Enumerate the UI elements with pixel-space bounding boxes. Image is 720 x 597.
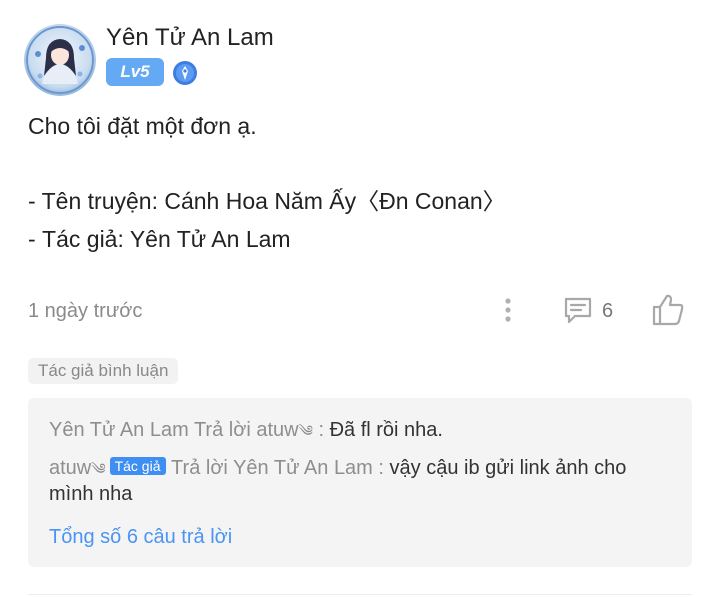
post-content: Cho tôi đặt một đơn ạ. - Tên truyện: Cán… [28, 113, 506, 252]
reply-action: Trả lời [188, 419, 257, 441]
reply-item[interactable]: atuw༄ Tác giả Trả lời Yên Tử An Lam : vậy… [49, 456, 659, 507]
reply-item[interactable]: Yên Tử An Lam Trả lời atuw༄ : Đã fl rồi … [49, 418, 443, 444]
name-decoration: ༄ [298, 423, 313, 440]
reply-action: Trả lời [165, 457, 234, 479]
comment-icon[interactable] [562, 294, 594, 326]
more-vertical-icon[interactable] [498, 294, 518, 326]
reply-separator: : [312, 419, 330, 441]
author-badge: Tác giả [109, 457, 166, 475]
author-comment-tag: Tác giả bình luận [28, 358, 179, 384]
post-time: 1 ngày trước [28, 300, 143, 322]
reply-text: Đã fl rồi nha. [329, 419, 443, 441]
username[interactable]: Yên Tử An Lam [106, 23, 274, 53]
divider [28, 594, 692, 595]
thumbs-up-icon[interactable] [650, 292, 686, 328]
view-all-replies-link[interactable]: Tổng số 6 câu trả lời [49, 524, 232, 550]
reply-separator: : [372, 457, 390, 479]
comment-post: Yên Tử An Lam Lv5 Cho tôi đặt một đơn ạ.… [0, 0, 720, 597]
reply-author-name[interactable]: Yên Tử An Lam [49, 419, 189, 441]
avatar[interactable] [24, 24, 96, 96]
reply-author-name[interactable]: atuw [49, 457, 91, 479]
reply-target-name[interactable]: atuw [256, 419, 298, 441]
reply-target-name[interactable]: Yên Tử An Lam [233, 457, 373, 479]
name-decoration: ༄ [91, 461, 106, 478]
level-badge: Lv5 [106, 58, 164, 86]
verified-badge-icon [173, 61, 197, 85]
comment-count: 6 [602, 300, 614, 322]
replies-box: Yên Tử An Lam Trả lời atuw༄ : Đã fl rồi … [28, 398, 692, 567]
